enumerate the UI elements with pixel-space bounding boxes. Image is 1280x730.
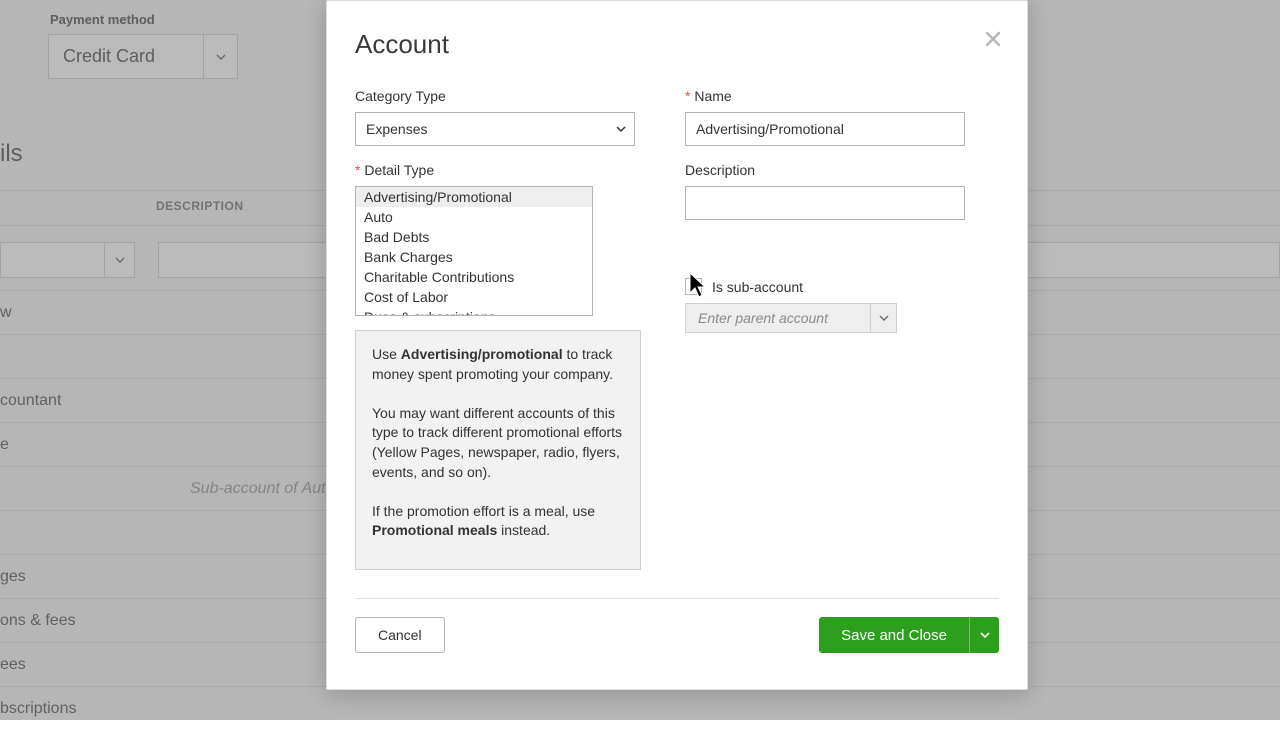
category-type-label: Category Type (355, 88, 641, 104)
account-modal: Account Category Type Expenses Detail Ty… (326, 0, 1028, 690)
detail-type-option[interactable]: Advertising/Promotional (356, 187, 592, 207)
footer-separator (355, 598, 999, 599)
detail-type-option[interactable]: Cost of Labor (356, 287, 592, 307)
category-type-value: Expenses (366, 121, 624, 137)
save-and-close-button[interactable]: Save and Close (819, 617, 969, 653)
close-button[interactable] (979, 25, 1007, 53)
modal-footer: Cancel Save and Close (355, 617, 999, 653)
detail-type-option[interactable]: Bad Debts (356, 227, 592, 247)
is-sub-account-label: Is sub-account (712, 279, 803, 295)
description-input[interactable] (685, 186, 965, 220)
save-options-dropdown[interactable] (969, 617, 999, 653)
category-type-select[interactable]: Expenses (355, 112, 635, 146)
is-sub-account-checkbox[interactable] (685, 278, 702, 295)
detail-type-option[interactable]: Charitable Contributions (356, 267, 592, 287)
parent-account-placeholder: Enter parent account (686, 310, 870, 326)
detail-type-listbox[interactable]: Advertising/PromotionalAutoBad DebtsBank… (355, 186, 593, 316)
modal-title: Account (355, 29, 999, 60)
parent-account-select[interactable]: Enter parent account (685, 303, 897, 333)
detail-type-label: Detail Type (355, 162, 641, 178)
cancel-button[interactable]: Cancel (355, 617, 445, 653)
save-and-close-split-button: Save and Close (819, 617, 999, 653)
chevron-down-icon (616, 124, 626, 134)
description-label: Description (685, 162, 965, 178)
chevron-down-icon (870, 304, 896, 332)
name-label: Name (685, 88, 965, 104)
name-input[interactable] (685, 112, 965, 146)
detail-type-option[interactable]: Dues & subscriptions (356, 307, 592, 316)
detail-type-help: Use Advertising/promotional to track mon… (355, 330, 641, 570)
detail-type-option[interactable]: Auto (356, 207, 592, 227)
detail-type-option[interactable]: Bank Charges (356, 247, 592, 267)
